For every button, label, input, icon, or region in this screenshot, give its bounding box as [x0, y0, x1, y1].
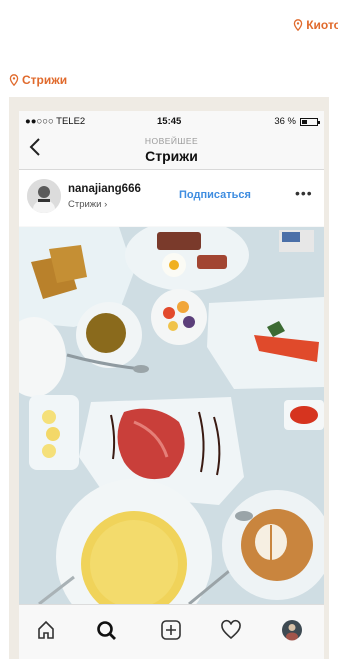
heart-icon[interactable]	[220, 619, 242, 641]
location-label: Стрижи	[22, 73, 68, 87]
location-pin-icon	[293, 19, 303, 31]
location-label: Киото	[306, 18, 338, 32]
post-username[interactable]: nanajiang666	[68, 183, 141, 195]
battery-percent: 36 %	[274, 116, 296, 127]
home-icon[interactable]	[35, 619, 57, 641]
search-icon[interactable]	[95, 619, 117, 641]
post-photo[interactable]	[19, 227, 324, 604]
post-location[interactable]: Стрижи ›	[68, 199, 107, 210]
clock: 15:45	[157, 116, 182, 127]
carrier-label: ●●○○○ TELE2	[25, 116, 86, 127]
post-header: nanajiang666 Стрижи › Подписаться •••	[19, 170, 324, 226]
status-bar: ●●○○○ TELE2 15:45 36 %	[19, 111, 324, 129]
battery-status: 36 %	[274, 116, 320, 127]
profile-avatar-icon[interactable]	[281, 619, 303, 641]
more-options-icon[interactable]: •••	[295, 185, 313, 201]
tab-bar	[19, 604, 324, 659]
location-link-top[interactable]: Киото	[293, 18, 338, 32]
nav-subtitle: НОВЕЙШЕЕ	[144, 136, 199, 146]
battery-icon	[300, 117, 320, 126]
nav-title: Стрижи	[145, 148, 198, 164]
location-link-section[interactable]: Стрижи	[9, 73, 67, 87]
add-post-icon[interactable]	[160, 619, 182, 641]
follow-button[interactable]: Подписаться	[179, 189, 251, 201]
nav-bar: НОВЕЙШЕЕ Стрижи	[19, 129, 324, 170]
avatar[interactable]	[27, 179, 61, 213]
phone-screen: ●●○○○ TELE2 15:45 36 % НОВЕЙШЕЕ Стрижи n…	[19, 111, 324, 659]
location-pin-icon	[9, 74, 19, 86]
